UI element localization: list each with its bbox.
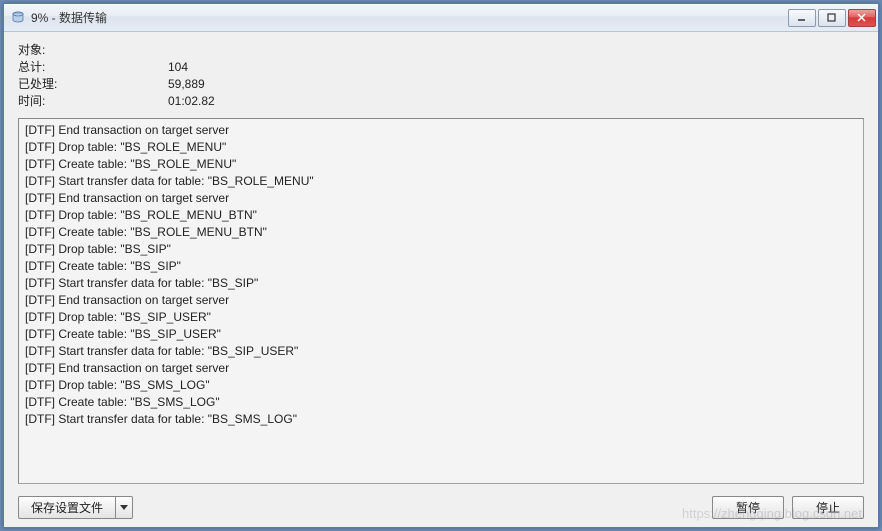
log-line: [DTF] Drop table: "BS_ROLE_MENU_BTN" [25, 207, 857, 224]
stats-row-total: 总计: 104 [18, 59, 864, 76]
minimize-icon [797, 13, 807, 23]
log-line: [DTF] Start transfer data for table: "BS… [25, 173, 857, 190]
log-line: [DTF] Create table: "BS_ROLE_MENU_BTN" [25, 224, 857, 241]
stats-row-object: 对象: [18, 42, 864, 59]
stats-panel: 对象: 总计: 104 已处理: 59,889 时间: 01:02.82 [18, 42, 864, 110]
log-line: [DTF] End transaction on target server [25, 190, 857, 207]
log-line: [DTF] Start transfer data for table: "BS… [25, 411, 857, 428]
close-button[interactable] [848, 9, 876, 27]
log-line: [DTF] Create table: "BS_ROLE_MENU" [25, 156, 857, 173]
save-settings-button[interactable]: 保存设置文件 [18, 496, 115, 519]
maximize-button[interactable] [818, 9, 846, 27]
close-icon [857, 13, 867, 23]
action-buttons: 暂停 停止 [712, 496, 864, 519]
log-line: [DTF] Create table: "BS_SIP_USER" [25, 326, 857, 343]
pause-button[interactable]: 暂停 [712, 496, 784, 519]
log-line: [DTF] Drop table: "BS_SMS_LOG" [25, 377, 857, 394]
stop-button[interactable]: 停止 [792, 496, 864, 519]
button-bar: 保存设置文件 暂停 停止 [18, 484, 864, 519]
stats-row-time: 时间: 01:02.82 [18, 93, 864, 110]
maximize-icon [827, 13, 837, 23]
log-output[interactable]: [DTF] End transaction on target server[D… [18, 118, 864, 484]
stats-row-processed: 已处理: 59,889 [18, 76, 864, 93]
stats-label: 已处理: [18, 76, 168, 93]
minimize-button[interactable] [788, 9, 816, 27]
save-settings-dropdown[interactable] [115, 496, 133, 519]
database-icon [10, 10, 26, 26]
log-line: [DTF] Start transfer data for table: "BS… [25, 343, 857, 360]
log-line: [DTF] End transaction on target server [25, 360, 857, 377]
window-title: 9% - 数据传输 [31, 9, 788, 26]
dialog-window: 9% - 数据传输 对象: 总计: 104 已处理: [3, 3, 879, 528]
log-line: [DTF] Create table: "BS_SMS_LOG" [25, 394, 857, 411]
log-line: [DTF] Drop table: "BS_ROLE_MENU" [25, 139, 857, 156]
stats-value: 104 [168, 59, 188, 76]
stats-label: 总计: [18, 59, 168, 76]
log-line: [DTF] Drop table: "BS_SIP_USER" [25, 309, 857, 326]
stats-value: 59,889 [168, 76, 205, 93]
log-line: [DTF] Create table: "BS_SIP" [25, 258, 857, 275]
log-line: [DTF] Drop table: "BS_SIP" [25, 241, 857, 258]
stats-value: 01:02.82 [168, 93, 215, 110]
stats-label: 时间: [18, 93, 168, 110]
save-settings-split-button: 保存设置文件 [18, 496, 133, 519]
stats-label: 对象: [18, 42, 168, 59]
content-area: 对象: 总计: 104 已处理: 59,889 时间: 01:02.82 [DT… [4, 32, 878, 527]
log-line: [DTF] End transaction on target server [25, 122, 857, 139]
title-bar[interactable]: 9% - 数据传输 [4, 4, 878, 32]
log-line: [DTF] End transaction on target server [25, 292, 857, 309]
chevron-down-icon [120, 505, 128, 511]
log-line: [DTF] Start transfer data for table: "BS… [25, 275, 857, 292]
window-controls [788, 9, 876, 27]
